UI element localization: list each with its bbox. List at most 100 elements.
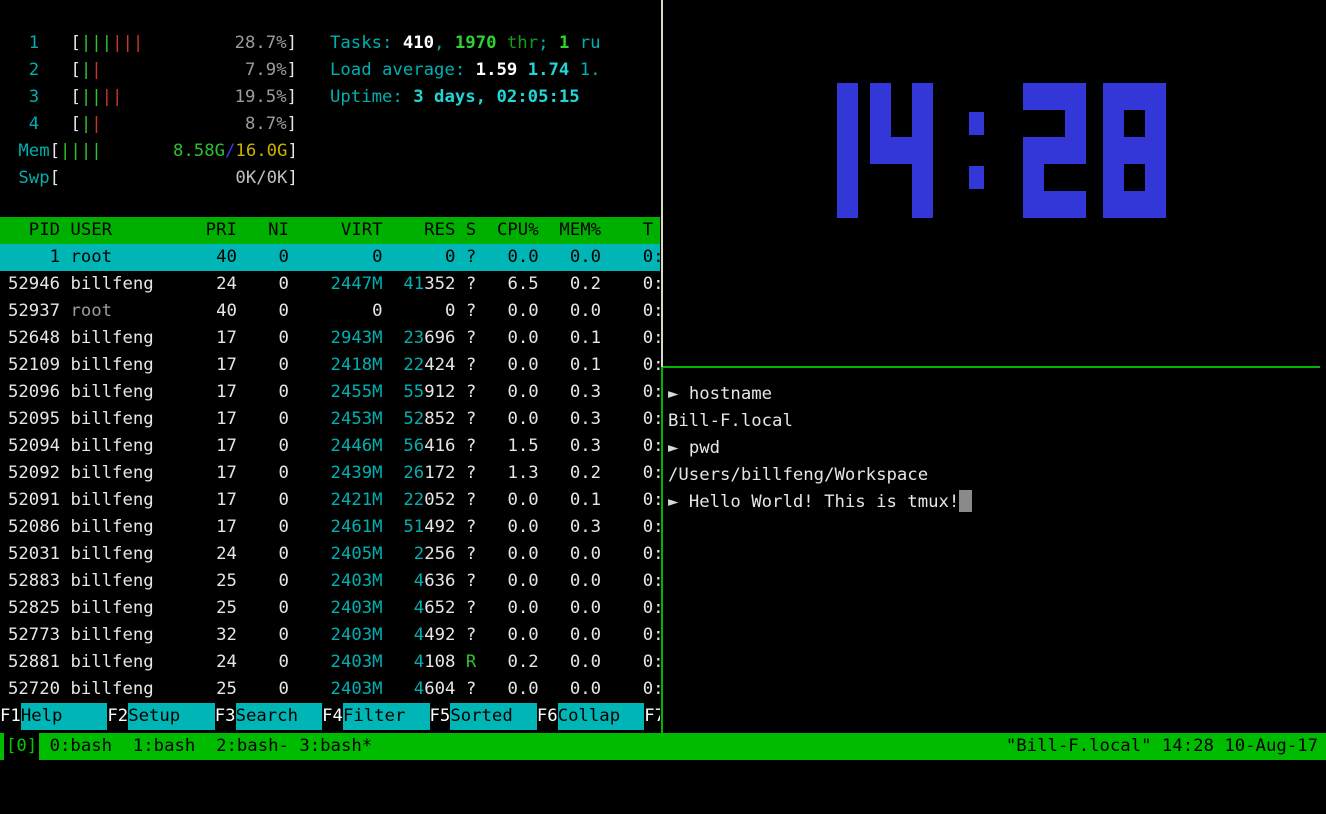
user-cell: billfeng: [70, 355, 174, 375]
pri-ni-cell: 17 0: [174, 382, 288, 402]
prompt-arrow-icon: ►: [668, 384, 678, 404]
res-hi-cell: 4: [383, 571, 425, 591]
meter-red-bars: ||: [102, 87, 123, 107]
fkey-F5[interactable]: F5: [430, 703, 451, 730]
process-row[interactable]: 52091 billfeng 17 0 2421M 22052 ? 0.0 0.…: [0, 487, 660, 514]
window-item-3[interactable]: 3:bash*: [299, 736, 372, 756]
fkey-F6[interactable]: F6: [537, 703, 558, 730]
res-lo-cell: 636: [424, 571, 455, 591]
terminal-line: /Users/billfeng/Workspace: [668, 462, 972, 489]
cpu-mem-time-cell: 1.5 0.3 0:: [476, 436, 660, 456]
meter-bracket: [: [50, 141, 60, 161]
task-text: ru: [569, 33, 600, 53]
virt-cell: 2446M: [289, 436, 383, 456]
pri-ni-cell: 25 0: [174, 679, 288, 699]
task-text: thr: [497, 33, 539, 53]
prompt-arrow-icon: ►: [668, 438, 678, 458]
process-row[interactable]: 52094 billfeng 17 0 2446M 56416 ? 1.5 0.…: [0, 433, 660, 460]
process-row[interactable]: 52092 billfeng 17 0 2439M 26172 ? 1.3 0.…: [0, 460, 660, 487]
virt-cell: 2439M: [289, 463, 383, 483]
fkey-F3[interactable]: F3: [215, 703, 236, 730]
process-row[interactable]: 52720 billfeng 25 0 2403M 4604 ? 0.0 0.0…: [0, 676, 660, 703]
state-cell: ?: [466, 409, 476, 429]
process-row[interactable]: 52937 root 40 0 0 0 ? 0.0 0.0 0:: [0, 298, 660, 325]
meter-red-bars: |: [91, 114, 101, 134]
fkey-label-F3[interactable]: Search: [236, 703, 323, 730]
tmux-status-bar: [0] 0:bash 1:bash 2:bash- 3:bash* "Bill-…: [0, 733, 1326, 760]
fkey-label-F4[interactable]: Filter: [343, 703, 430, 730]
process-row[interactable]: 52086 billfeng 17 0 2461M 51492 ? 0.0 0.…: [0, 514, 660, 541]
meter-green-bars: ||: [81, 87, 102, 107]
res-lo-cell: 416: [424, 436, 455, 456]
meter-bracket: ]: [287, 114, 297, 134]
fkey-label-F1[interactable]: Help: [21, 703, 108, 730]
window-item-1[interactable]: 1:bash: [133, 736, 216, 756]
virt-cell: 2943M: [289, 328, 383, 348]
session-indicator[interactable]: [0]: [4, 733, 39, 760]
fkey-F1[interactable]: F1: [0, 703, 21, 730]
window-item-0[interactable]: 0:bash: [50, 736, 133, 756]
fkey-label-F5[interactable]: Sorted: [450, 703, 537, 730]
pid-cell: 1: [8, 247, 70, 267]
process-row[interactable]: 52773 billfeng 32 0 2403M 4492 ? 0.0 0.0…: [0, 622, 660, 649]
clock-digit-8: [1103, 83, 1166, 218]
process-row[interactable]: 52031 billfeng 24 0 2405M 2256 ? 0.0 0.0…: [0, 541, 660, 568]
shell-pane[interactable]: ► hostnameBill-F.local► pwd/Users/billfe…: [663, 368, 1326, 733]
state-cell: ?: [466, 463, 476, 483]
state-cell: ?: [466, 247, 476, 267]
clock-pane: [663, 0, 1326, 366]
process-row[interactable]: 52825 billfeng 25 0 2403M 4652 ? 0.0 0.0…: [0, 595, 660, 622]
res-lo-cell: 0: [445, 247, 455, 267]
cpu-mem-time-cell: 1.3 0.2 0:: [476, 463, 660, 483]
task-line-2: Uptime: 3 days, 02:05:15: [330, 84, 601, 111]
fkey-label-F6[interactable]: Collap: [558, 703, 645, 730]
process-row[interactable]: 1 root 40 0 0 0 ? 0.0 0.0 0:: [0, 244, 660, 271]
res-lo-cell: 492: [424, 625, 455, 645]
fkey-F4[interactable]: F4: [322, 703, 343, 730]
meter-value: 7.9%: [245, 60, 287, 80]
user-cell: billfeng: [70, 571, 174, 591]
process-table: PID USER PRI NI VIRT RES S CPU% MEM% T 1…: [0, 217, 660, 703]
window-item-2[interactable]: 2:bash-: [216, 736, 299, 756]
res-hi-cell: 4: [383, 652, 425, 672]
state-cell: ?: [466, 571, 476, 591]
fkey-F2[interactable]: F2: [107, 703, 128, 730]
fkey-F7[interactable]: F7: [644, 703, 660, 730]
res-hi-cell: 55: [383, 382, 425, 402]
meter-green-bars: |: [81, 60, 91, 80]
meter-label: 3: [8, 87, 70, 107]
process-row[interactable]: 52095 billfeng 17 0 2453M 52852 ? 0.0 0.…: [0, 406, 660, 433]
res-lo-cell: 852: [424, 409, 455, 429]
process-row[interactable]: 52881 billfeng 24 0 2403M 4108 R 0.2 0.0…: [0, 649, 660, 676]
meter-bar: ||||||28.7%: [81, 30, 287, 57]
user-cell: billfeng: [70, 652, 174, 672]
state-cell: ?: [466, 382, 476, 402]
res-lo-cell: 604: [424, 679, 455, 699]
task-text: 1.: [580, 60, 601, 80]
meter-bar: ||||8.58G/16.0G: [60, 138, 287, 165]
terminal-line: ► hostname: [668, 381, 972, 408]
process-row[interactable]: 52946 billfeng 24 0 2447M 41352 ? 6.5 0.…: [0, 271, 660, 298]
terminal-text: /Users/billfeng/Workspace: [668, 465, 928, 485]
virt-cell: 0: [289, 301, 383, 321]
task-text: ;: [538, 33, 559, 53]
state-cell: ?: [466, 598, 476, 618]
pri-ni-cell: 25 0: [174, 571, 288, 591]
process-row[interactable]: 52648 billfeng 17 0 2943M 23696 ? 0.0 0.…: [0, 325, 660, 352]
cpu-mem-time-cell: 0.0 0.1 0:: [476, 355, 660, 375]
meter-row-3: 3 [||||19.5%]: [8, 84, 298, 111]
pid-cell: 52825: [8, 598, 70, 618]
htop-pane: 1 [||||||28.7%] 2 [||7.9%] 3 [||||19.5%]…: [0, 0, 660, 733]
fkey-label-F2[interactable]: Setup: [128, 703, 215, 730]
process-row[interactable]: 52096 billfeng 17 0 2455M 55912 ? 0.0 0.…: [0, 379, 660, 406]
res-hi-cell: 4: [383, 598, 425, 618]
process-row[interactable]: 52883 billfeng 25 0 2403M 4636 ? 0.0 0.0…: [0, 568, 660, 595]
cpu-mem-time-cell: 6.5 0.2 0:: [476, 274, 660, 294]
res-lo-cell: 052: [424, 490, 455, 510]
pri-ni-cell: 32 0: [174, 625, 288, 645]
meter-label: Mem: [8, 141, 50, 161]
meter-green-bars: |||: [81, 33, 112, 53]
meter-red-bars: |: [91, 60, 101, 80]
process-row[interactable]: 52109 billfeng 17 0 2418M 22424 ? 0.0 0.…: [0, 352, 660, 379]
res-hi-cell: 23: [383, 328, 425, 348]
